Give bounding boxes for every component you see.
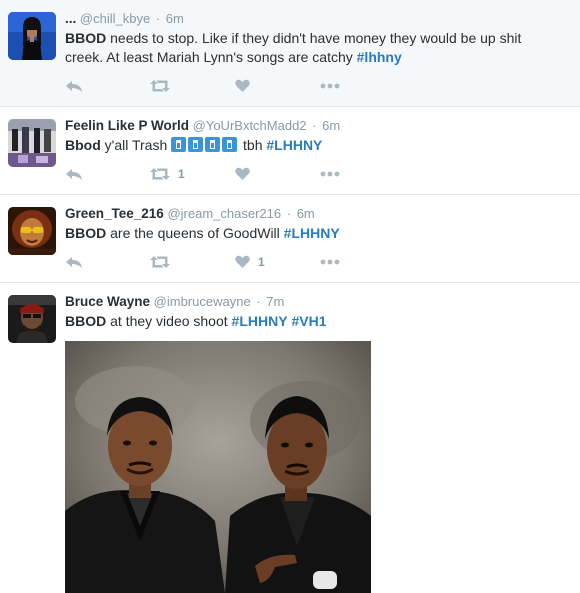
tweet[interactable]: Bruce Wayne @imbrucewayne · 7m BBOD at t… (0, 283, 580, 593)
retweet-icon (150, 256, 170, 268)
tweet-text: BBOD at they video shoot #LHHNY #VH1 (65, 312, 570, 331)
like-button[interactable] (235, 167, 320, 181)
username[interactable]: @YoUrBxtchMadd2 (193, 118, 307, 133)
tweet-header: ... @chill_kbye · 6m (65, 10, 570, 27)
text-body: needs to stop. Like if they didn't have … (65, 30, 522, 65)
reply-button[interactable] (65, 79, 150, 93)
text-body: are the queens of GoodWill (106, 225, 284, 241)
display-name[interactable]: Bruce Wayne (65, 294, 150, 309)
display-name[interactable]: Green_Tee_216 (65, 206, 164, 221)
timestamp[interactable]: 6m (297, 206, 315, 221)
hashtag[interactable]: #LHHNY (266, 137, 322, 153)
separator-dot: · (286, 206, 292, 221)
timestamp[interactable]: 6m (166, 11, 184, 26)
text-bold: Bbod (65, 137, 101, 153)
like-count: 1 (258, 255, 265, 269)
more-icon (320, 259, 340, 265)
tweet-actions (65, 69, 570, 103)
separator-dot: · (312, 118, 317, 133)
avatar[interactable] (8, 12, 56, 60)
tweet[interactable]: Green_Tee_216 @jream_chaser216 · 6m BBOD… (0, 195, 580, 283)
more-button[interactable] (320, 259, 405, 265)
avatar[interactable] (8, 207, 56, 255)
text-bold: BBOD (65, 225, 107, 241)
username[interactable]: @jream_chaser216 (167, 206, 281, 221)
toilet-emoji-icon (205, 137, 221, 152)
retweet-button[interactable] (150, 79, 235, 93)
tweet-actions: 1 (65, 245, 570, 279)
avatar[interactable] (8, 119, 56, 167)
retweet-button[interactable] (150, 255, 235, 269)
toilet-emoji-icon (188, 137, 204, 152)
more-icon (320, 171, 340, 177)
reply-icon (66, 257, 82, 268)
heart-icon (235, 79, 250, 92)
timestamp[interactable]: 7m (266, 294, 284, 309)
tweet-text: BBOD are the queens of GoodWill #LHHNY (65, 224, 570, 243)
more-icon (320, 83, 340, 89)
hashtag[interactable]: #lhhny (357, 49, 402, 65)
hashtag[interactable]: #LHHNY (232, 313, 288, 329)
more-button[interactable] (320, 171, 405, 177)
tweet[interactable]: Feelin Like P World @YoUrBxtchMadd2 · 6m… (0, 107, 580, 195)
username[interactable]: @chill_kbye (80, 11, 150, 26)
retweet-button[interactable]: 1 (150, 167, 235, 181)
text-body: y'all Trash (100, 137, 172, 153)
tweet-text: Bbod y'all Trash tbh #LHHNY (65, 136, 570, 155)
text-body: tbh (239, 137, 267, 153)
tweet-header: Bruce Wayne @imbrucewayne · 7m (65, 293, 570, 310)
text-bold: BBOD (65, 313, 107, 329)
tweet-photo[interactable] (65, 341, 371, 593)
tweet-header: Green_Tee_216 @jream_chaser216 · 6m (65, 205, 570, 222)
hashtag[interactable]: #VH1 (291, 313, 326, 329)
more-button[interactable] (320, 83, 405, 89)
tweet-feed: ... @chill_kbye · 6m BBOD needs to stop.… (0, 0, 580, 593)
avatar[interactable] (8, 295, 56, 343)
display-name[interactable]: ... (65, 11, 76, 26)
reply-button[interactable] (65, 167, 150, 181)
like-button[interactable]: 1 (235, 255, 320, 269)
text-bold: BBOD (65, 30, 107, 46)
timestamp[interactable]: 6m (322, 118, 340, 133)
retweet-icon (150, 80, 170, 92)
retweet-count: 1 (178, 167, 185, 181)
display-name[interactable]: Feelin Like P World (65, 118, 189, 133)
separator-dot: · (155, 11, 161, 26)
heart-icon (235, 167, 250, 180)
tweet[interactable]: ... @chill_kbye · 6m BBOD needs to stop.… (0, 0, 580, 107)
tweet-text: BBOD needs to stop. Like if they didn't … (65, 29, 570, 67)
tweet-actions: 1 (65, 157, 570, 191)
tweet-header: Feelin Like P World @YoUrBxtchMadd2 · 6m (65, 117, 570, 134)
separator-dot: · (256, 294, 261, 309)
reply-icon (66, 169, 82, 180)
text-body: at they video shoot (106, 313, 232, 329)
reply-icon (66, 81, 82, 92)
heart-icon (235, 255, 250, 268)
toilet-emoji-icon (222, 137, 238, 152)
retweet-icon (150, 168, 170, 180)
toilet-emoji-icon (171, 137, 187, 152)
username[interactable]: @imbrucewayne (154, 294, 251, 309)
reply-button[interactable] (65, 255, 150, 269)
hashtag[interactable]: #LHHNY (284, 225, 340, 241)
like-button[interactable] (235, 79, 320, 93)
